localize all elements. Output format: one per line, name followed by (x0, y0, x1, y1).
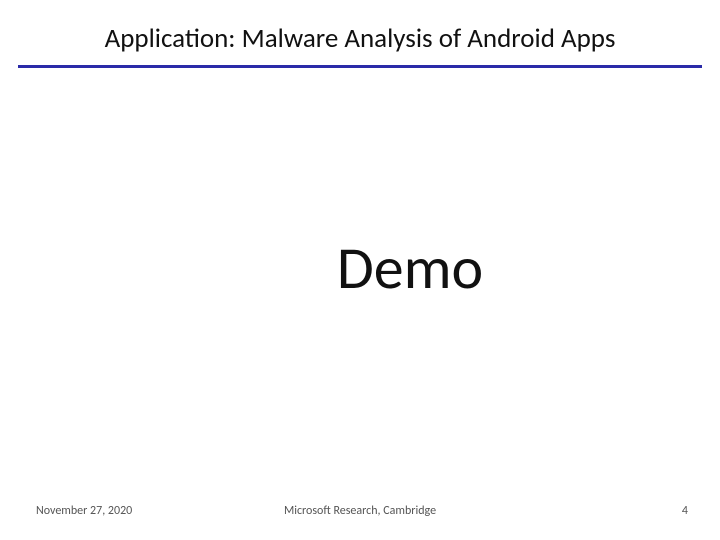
slide-title: Application: Malware Analysis of Android… (0, 22, 720, 55)
slide: Application: Malware Analysis of Android… (0, 0, 720, 540)
slide-footer: November 27, 2020 Microsoft Research, Ca… (0, 504, 720, 524)
title-underline (18, 65, 702, 68)
footer-page-number: 4 (682, 504, 688, 518)
footer-affiliation: Microsoft Research, Cambridge (0, 504, 720, 518)
slide-body: Demo (0, 232, 720, 305)
